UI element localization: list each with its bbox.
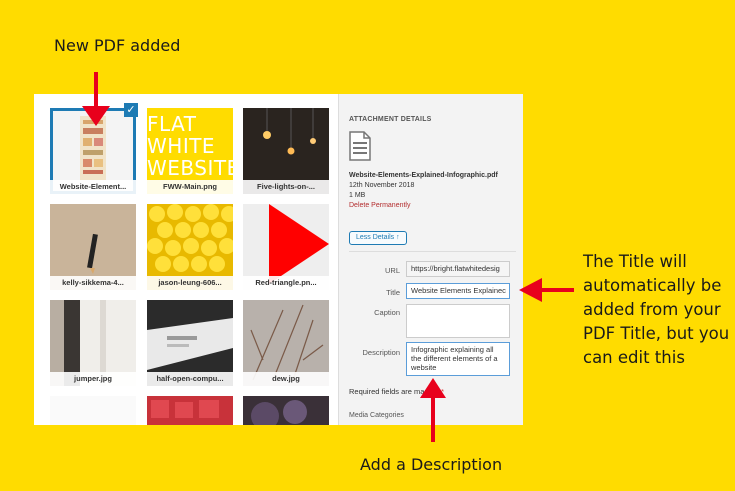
annotation-arrows: [82, 72, 574, 442]
arrow-new-pdf: [82, 72, 110, 126]
arrow-description: [420, 378, 446, 442]
arrow-title: [519, 278, 574, 302]
